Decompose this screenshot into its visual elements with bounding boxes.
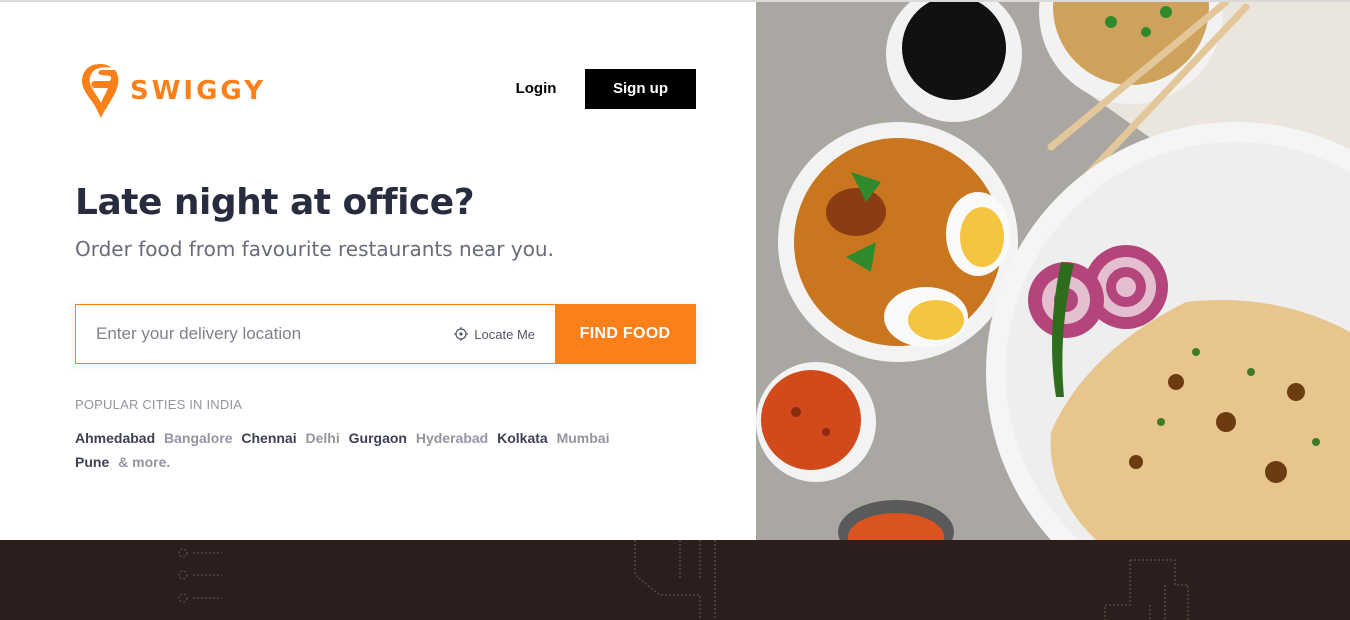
more-cities-link[interactable]: & more. [118, 450, 170, 474]
popular-cities-list: Ahmedabad Bangalore Chennai Delhi Gurgao… [75, 426, 655, 474]
city-link-bangalore[interactable]: Bangalore [164, 426, 232, 450]
find-food-button[interactable]: FIND FOOD [555, 305, 695, 363]
locate-me-label: Locate Me [474, 326, 535, 342]
footer-decoration [178, 540, 1189, 620]
swiggy-logo-icon [82, 64, 119, 118]
curry [761, 370, 861, 470]
crosshair-icon [454, 327, 469, 341]
brand-logo[interactable]: SWIGGY [80, 62, 266, 120]
city-link-delhi[interactable]: Delhi [306, 426, 340, 450]
hero-headline: Late night at office? [75, 182, 475, 223]
locate-me-button[interactable]: Locate Me [444, 305, 555, 363]
city-link-pune[interactable]: Pune [75, 450, 109, 474]
city-link-gurgaon[interactable]: Gurgaon [349, 426, 407, 450]
login-button[interactable]: Login [505, 69, 567, 109]
popular-cities-heading: POPULAR CITIES IN INDIA [75, 397, 243, 412]
food-spread-illustration [756, 2, 1350, 540]
city-link-mumbai[interactable]: Mumbai [557, 426, 610, 450]
footer-band [0, 540, 1350, 620]
location-search-bar: Locate Me FIND FOOD [75, 304, 696, 364]
hero-food-image [756, 2, 1350, 540]
city-link-kolkata[interactable]: Kolkata [497, 426, 548, 450]
city-link-ahmedabad[interactable]: Ahmedabad [75, 426, 155, 450]
signup-button[interactable]: Sign up [585, 69, 696, 109]
brand-name: SWIGGY [130, 76, 267, 106]
landing-panel: SWIGGY Login Sign up Late night at offic… [0, 2, 756, 540]
city-link-chennai[interactable]: Chennai [241, 426, 296, 450]
delivery-location-input[interactable] [76, 305, 445, 363]
city-link-hyderabad[interactable]: Hyderabad [416, 426, 488, 450]
hero-subheadline: Order food from favourite restaurants ne… [75, 237, 554, 261]
